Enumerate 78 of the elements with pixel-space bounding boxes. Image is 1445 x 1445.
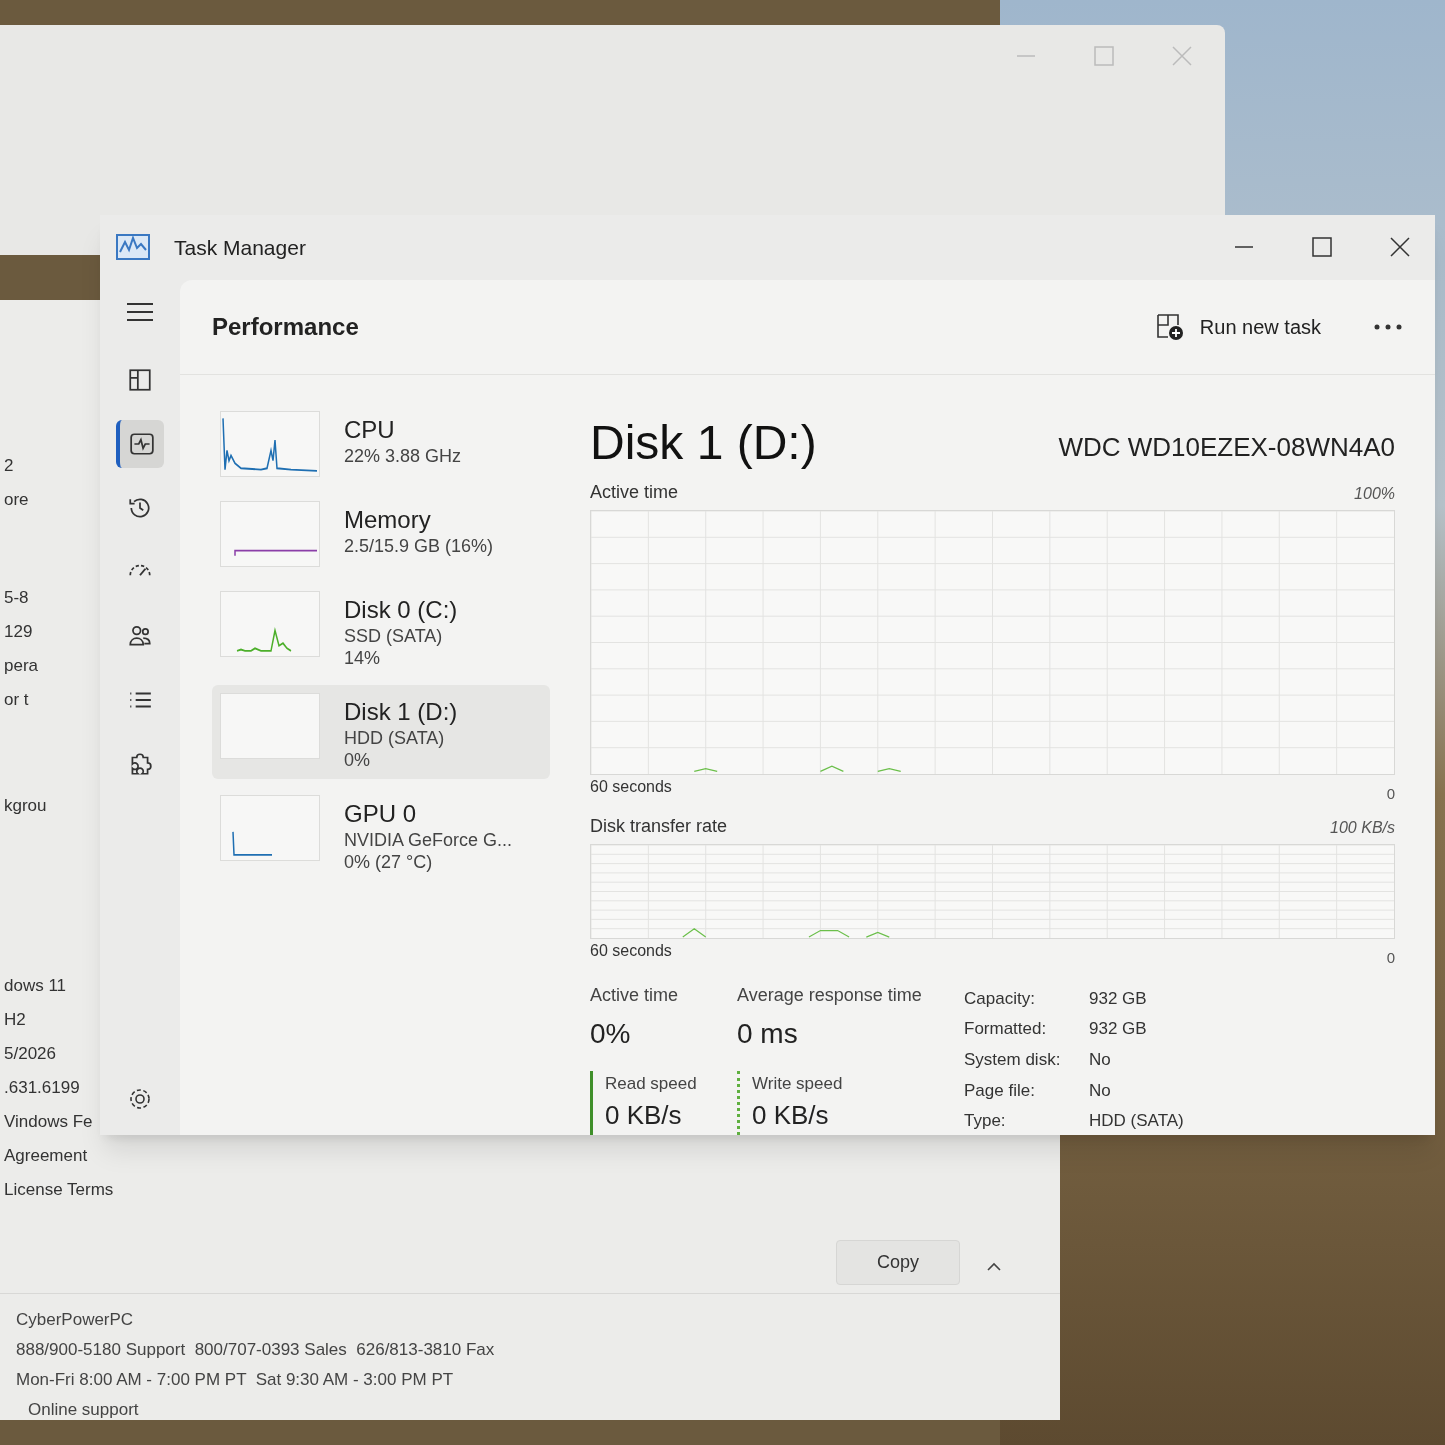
maximize-icon[interactable] xyxy=(1311,236,1333,259)
partial-text: Agreement xyxy=(4,1145,88,1167)
pulse-icon xyxy=(129,430,155,457)
partial-text: 129 xyxy=(4,621,33,643)
axis-label: 60 seconds xyxy=(590,776,672,797)
partial-text: License Terms xyxy=(4,1179,114,1201)
graph-label: Disk transfer rate xyxy=(590,815,728,838)
property-value: No xyxy=(1089,1079,1112,1102)
resource-name: GPU 0 xyxy=(344,798,418,829)
resource-name: Disk 1 (D:) xyxy=(344,696,458,727)
resource-detail: 2.5/15.9 GB (16%) xyxy=(344,534,494,557)
property-label: Type: xyxy=(964,1110,1007,1133)
resource-detail: SSD (SATA) xyxy=(344,624,444,647)
partial-text: kgrou xyxy=(4,795,47,817)
speed-value: 0 KB/s xyxy=(605,1099,683,1132)
axis-label: 100 KB/s xyxy=(1330,818,1395,838)
menu-icon[interactable] xyxy=(126,300,154,323)
task-manager-icon xyxy=(116,234,150,261)
resource-item[interactable]: Memory 2.5/15.9 GB (16%) xyxy=(212,492,550,575)
partial-text: Vindows Fe xyxy=(4,1111,93,1133)
new-task-icon xyxy=(1155,312,1184,341)
nav-tab[interactable] xyxy=(116,419,164,468)
support-link[interactable]: Online support xyxy=(16,1400,1060,1420)
property-label: Capacity: xyxy=(964,987,1036,1010)
resource-detail: 0% (27 °C) xyxy=(344,850,434,873)
speed-label: Write speed xyxy=(752,1072,844,1095)
speed-label: Read speed xyxy=(605,1072,698,1095)
graph-label: Active time xyxy=(590,480,679,504)
resource-item[interactable]: Disk 0 (C:) SSD (SATA) 14% xyxy=(212,582,550,677)
support-text: CyberPowerPC xyxy=(16,1310,135,1330)
resource-name: CPU xyxy=(344,414,396,445)
stat-value: 0% xyxy=(590,1016,632,1051)
axis-label: 60 seconds xyxy=(590,941,672,961)
settings-icon[interactable] xyxy=(128,1087,152,1111)
property-value: 932 GB xyxy=(1089,1018,1148,1041)
axis-label: 100% xyxy=(1354,483,1395,504)
copy-button[interactable]: Copy xyxy=(835,1240,960,1285)
resource-item[interactable]: CPU 22% 3.88 GHz xyxy=(212,402,550,485)
resource-detail: NVIDIA GeForce G... xyxy=(344,828,513,851)
partial-text: ore xyxy=(4,489,29,511)
property-label: System disk: xyxy=(964,1048,1062,1071)
partial-text: H2 xyxy=(4,1009,26,1031)
resource-detail: 0% xyxy=(344,748,371,771)
resource-detail: HDD (SATA) xyxy=(344,726,446,749)
partial-text: pera xyxy=(4,655,39,677)
disk-model: WDC WD10EZEX-08WN4A0 xyxy=(1058,430,1395,464)
resource-item[interactable]: GPU 0 NVIDIA GeForce G... 0% (27 °C) xyxy=(212,786,550,881)
support-text: Mon-Fri 8:00 AM - 7:00 PM PT Sat 9:30 AM - 3:00 PM PT xyxy=(16,1370,455,1390)
grid-icon xyxy=(127,366,153,393)
close-icon[interactable] xyxy=(1389,236,1411,259)
partial-text: 5-8 xyxy=(4,587,29,609)
page-title: Performance xyxy=(212,311,360,342)
resource-detail: 22% 3.88 GHz xyxy=(344,444,462,467)
partial-text: .631.6199 xyxy=(4,1077,80,1099)
resource-item[interactable]: Disk 1 (D:) HDD (SATA) 0% xyxy=(212,684,550,779)
property-value: No xyxy=(1089,1048,1112,1071)
stat-value: 0 ms xyxy=(737,1016,799,1051)
stat-label: Active time xyxy=(590,983,680,1007)
resource-name: Disk 0 (C:) xyxy=(344,594,458,625)
partial-text: 5/2026 xyxy=(4,1043,56,1065)
partial-text: dows 11 xyxy=(4,975,67,997)
axis-label: 0 xyxy=(1386,783,1395,804)
resource-name: Memory xyxy=(344,504,432,535)
more-options-icon[interactable] xyxy=(1373,322,1403,331)
run-new-task-button[interactable]: Run new task xyxy=(1143,303,1333,350)
property-label: Page file: xyxy=(964,1079,1036,1102)
stat-label: Average response time xyxy=(737,983,923,1007)
partial-text: or t xyxy=(4,689,29,711)
axis-label: 0 xyxy=(1386,948,1395,968)
resource-detail: 14% xyxy=(344,646,382,669)
property-value: 932 GB xyxy=(1089,987,1148,1010)
speed-value: 0 KB/s xyxy=(752,1099,830,1132)
partial-text: 2 xyxy=(4,455,14,477)
property-value: HDD (SATA) xyxy=(1089,1110,1184,1133)
support-text: 888/900-5180 Support 800/707-0393 Sales 626/813-3810 Fax xyxy=(16,1340,496,1360)
disk-title: Disk 1 (D:) xyxy=(590,414,817,471)
property-label: Formatted: xyxy=(964,1018,1048,1041)
window-title: Task Manager xyxy=(174,234,307,261)
